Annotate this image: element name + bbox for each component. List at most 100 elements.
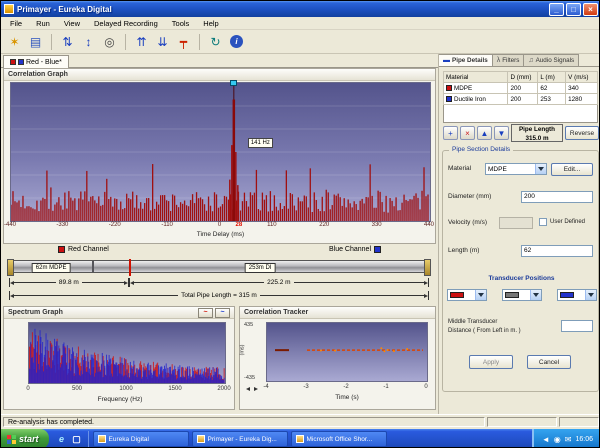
pipe-sections-table[interactable]: MaterialD (mm)L (m)V (m/s)MDPE20062340Du… bbox=[443, 71, 598, 105]
dropdown-arrow-icon bbox=[585, 290, 596, 300]
dropdown-arrow-icon bbox=[530, 290, 541, 300]
info-icon[interactable]: i bbox=[230, 35, 243, 48]
menu-help[interactable]: Help bbox=[196, 18, 225, 29]
red-channel-icon bbox=[10, 59, 16, 65]
messenger-icon[interactable]: ✉ bbox=[565, 435, 572, 444]
network-icon[interactable]: ◉ bbox=[554, 435, 561, 444]
menu-file[interactable]: File bbox=[3, 18, 29, 29]
total-length-dimension: Total Pipe Length = 315 m bbox=[9, 291, 429, 300]
system-tray: ◄ ◉ ✉ 16:06 bbox=[532, 429, 600, 448]
tab-pipe-details[interactable]: ▬ Pipe Details bbox=[439, 54, 493, 66]
taskbar-button-icon bbox=[197, 435, 205, 443]
tab-audio-signals[interactable]: ♫ Audio Signals bbox=[524, 54, 579, 66]
material-select[interactable]: MDPE bbox=[485, 163, 547, 175]
show-desktop-icon[interactable]: ▢ bbox=[71, 433, 83, 445]
correlation-x-ticks: -440-330-220-110011022033044028 bbox=[10, 222, 431, 231]
start-button[interactable]: start bbox=[1, 429, 49, 448]
table-row[interactable]: Ductile Iron2002531280 bbox=[444, 94, 598, 105]
spectrum-plot[interactable] bbox=[28, 322, 226, 384]
add-section-button[interactable]: + bbox=[443, 126, 458, 140]
antenna-icon[interactable]: ┯ bbox=[174, 32, 193, 51]
table-header: D (mm) bbox=[508, 72, 538, 83]
x-tick: 220 bbox=[314, 222, 334, 228]
leak-position-marker bbox=[129, 259, 131, 276]
save-icon[interactable]: ▤ bbox=[26, 32, 45, 51]
apply-button[interactable]: Apply bbox=[469, 355, 513, 369]
right-panel-tabs: ▬ Pipe Details λ Filters ♫ Audio Signals bbox=[439, 54, 600, 67]
menu-run[interactable]: Run bbox=[29, 18, 57, 29]
move-section-down-button[interactable]: ▼ bbox=[494, 126, 509, 140]
cancel-button[interactable]: Cancel bbox=[527, 355, 571, 369]
refresh-icon[interactable]: ↻ bbox=[206, 32, 225, 51]
cursor-marker-icon[interactable] bbox=[230, 80, 237, 86]
menu-view[interactable]: View bbox=[57, 18, 87, 29]
blue-channel-badge-icon bbox=[374, 246, 381, 253]
blue-transducer-icon[interactable]: ⇊ bbox=[153, 32, 172, 51]
correlation-view-icon[interactable]: ⇅ bbox=[58, 32, 77, 51]
pipe-segment-label: 62m MDPE bbox=[32, 263, 71, 273]
spectrum-x-label: Frequency (Hz) bbox=[4, 396, 236, 403]
x-tick: -2 bbox=[336, 384, 356, 390]
tab-red-blue[interactable]: Red - Blue* bbox=[3, 55, 69, 68]
maximize-button[interactable]: □ bbox=[566, 3, 581, 16]
middle-transducer-distance-input[interactable] bbox=[561, 320, 593, 332]
taskbar-button[interactable]: Microsoft Office Shor... bbox=[291, 431, 387, 447]
left-distance-dimension: 89.8 m bbox=[9, 278, 129, 287]
correlation-plot[interactable]: 141 Hz bbox=[10, 82, 431, 222]
material-color-swatch bbox=[446, 96, 452, 102]
transducer-positions-title: Transducer Positions bbox=[443, 275, 600, 282]
internet-explorer-icon[interactable]: e bbox=[56, 433, 68, 445]
pipe-bar: 62m MDPE 253m DI bbox=[9, 260, 429, 273]
table-row[interactable]: MDPE20062340 bbox=[444, 83, 598, 94]
spectrum-view-icon[interactable]: ↕ bbox=[79, 32, 98, 51]
minimize-button[interactable]: _ bbox=[549, 3, 564, 16]
peak-annotation: 141 Hz bbox=[248, 138, 273, 148]
tracker-plot[interactable] bbox=[266, 322, 428, 382]
toolbar-separator bbox=[199, 34, 200, 50]
blue-channel-icon bbox=[18, 59, 24, 65]
length-input[interactable]: 62 bbox=[521, 245, 593, 257]
channel-legend: Red Channel Blue Channel bbox=[3, 246, 436, 256]
taskbar-button[interactable]: Primayer - Eureka Dig... bbox=[192, 431, 288, 447]
user-defined-checkbox[interactable] bbox=[539, 218, 547, 226]
group-title: Pipe Section Details bbox=[449, 146, 513, 153]
edit-material-button[interactable]: Edit... bbox=[551, 163, 593, 176]
spectrum-graph-title: Spectrum Graph bbox=[8, 309, 63, 316]
status-bar: Re-analysis has completed. bbox=[1, 414, 600, 429]
red-transducer-icon[interactable]: ⇈ bbox=[132, 32, 151, 51]
middle-transducer-select[interactable] bbox=[502, 289, 542, 301]
zoom-icon[interactable]: ◎ bbox=[100, 32, 119, 51]
pipe-section-details-group: Pipe Section Details Material MDPE Edit.… bbox=[442, 150, 599, 392]
document-tabstrip: Red - Blue* bbox=[1, 54, 438, 68]
volume-icon[interactable]: ◄ bbox=[542, 435, 550, 444]
length-label: Length (m) bbox=[448, 247, 479, 254]
speaker-icon: ♫ bbox=[528, 57, 533, 64]
pipe-segment-label: 253m DI bbox=[245, 263, 276, 273]
close-button[interactable]: × bbox=[583, 3, 598, 16]
x-tick: -3 bbox=[296, 384, 316, 390]
velocity-label: Velocity (m/s) bbox=[448, 219, 487, 226]
left-transducer-select[interactable] bbox=[447, 289, 487, 301]
tab-filters[interactable]: λ Filters bbox=[493, 54, 525, 66]
delete-section-button[interactable]: × bbox=[460, 126, 475, 140]
red-spectrum-toggle[interactable]: ~ bbox=[198, 308, 213, 318]
tracker-scroll-left-icon[interactable] bbox=[246, 387, 250, 391]
taskbar-button[interactable]: Eureka Digital bbox=[93, 431, 189, 447]
wizard-icon[interactable]: ✶ bbox=[5, 32, 24, 51]
toolbar: ✶▤ ⇅↕◎ ⇈⇊┯ ↻ i bbox=[1, 30, 600, 54]
right-transducer-select[interactable] bbox=[557, 289, 597, 301]
move-section-up-button[interactable]: ▲ bbox=[477, 126, 492, 140]
blue-spectrum-toggle[interactable]: ~ bbox=[215, 308, 230, 318]
red-channel-label: Red Channel bbox=[58, 246, 109, 253]
correlation-x-label: Time Delay (ms) bbox=[4, 231, 437, 238]
reverse-button[interactable]: Reverse bbox=[565, 126, 599, 140]
taskbar-button-icon bbox=[296, 435, 304, 443]
correlation-graph-panel: Correlation Graph 141 Hz -440-330-220-11… bbox=[3, 68, 436, 244]
menu-delayed-recording[interactable]: Delayed Recording bbox=[87, 18, 165, 29]
menu-tools[interactable]: Tools bbox=[165, 18, 197, 29]
dropdown-arrow-icon bbox=[475, 290, 486, 300]
x-tick: 0 bbox=[210, 222, 230, 228]
correlation-graph-title: Correlation Graph bbox=[8, 71, 68, 78]
total-length-value: Total Pipe Length = 315 m bbox=[178, 292, 260, 299]
diameter-input[interactable]: 200 bbox=[521, 191, 593, 203]
